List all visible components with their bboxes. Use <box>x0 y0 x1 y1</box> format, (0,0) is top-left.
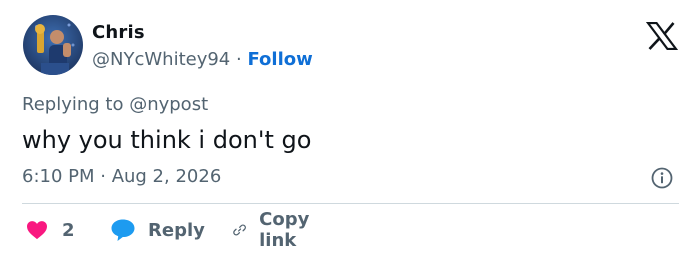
handle-separator: · <box>236 49 242 70</box>
reply-label: Reply <box>148 219 205 241</box>
speech-bubble-icon <box>111 219 135 241</box>
heart-icon <box>27 221 47 240</box>
tweet-text: why you think i don't go <box>22 126 312 154</box>
follow-button[interactable]: Follow <box>247 49 312 70</box>
tweet-card: Chris @NYcWhitey94 · Follow Replying to … <box>0 0 700 256</box>
reply-button[interactable]: Reply <box>110 216 205 244</box>
info-icon[interactable] <box>651 167 673 189</box>
copy-link-button[interactable]: Copy link <box>232 209 318 251</box>
replying-to-text: Replying to @nypost <box>22 94 209 115</box>
author-handle[interactable]: @NYcWhitey94 <box>92 49 230 70</box>
avatar[interactable] <box>23 15 83 75</box>
tweet-timestamp[interactable]: 6:10 PM · Aug 2, 2026 <box>22 165 221 189</box>
link-icon <box>233 224 246 236</box>
author-display-name[interactable]: Chris <box>92 22 145 44</box>
author-handle-line: @NYcWhitey94 · Follow <box>92 48 313 72</box>
like-button[interactable]: 2 <box>26 216 75 244</box>
like-count: 2 <box>62 219 75 241</box>
divider <box>22 203 679 204</box>
x-logo-icon[interactable] <box>646 22 678 50</box>
copy-link-label: Copy link <box>259 209 310 251</box>
